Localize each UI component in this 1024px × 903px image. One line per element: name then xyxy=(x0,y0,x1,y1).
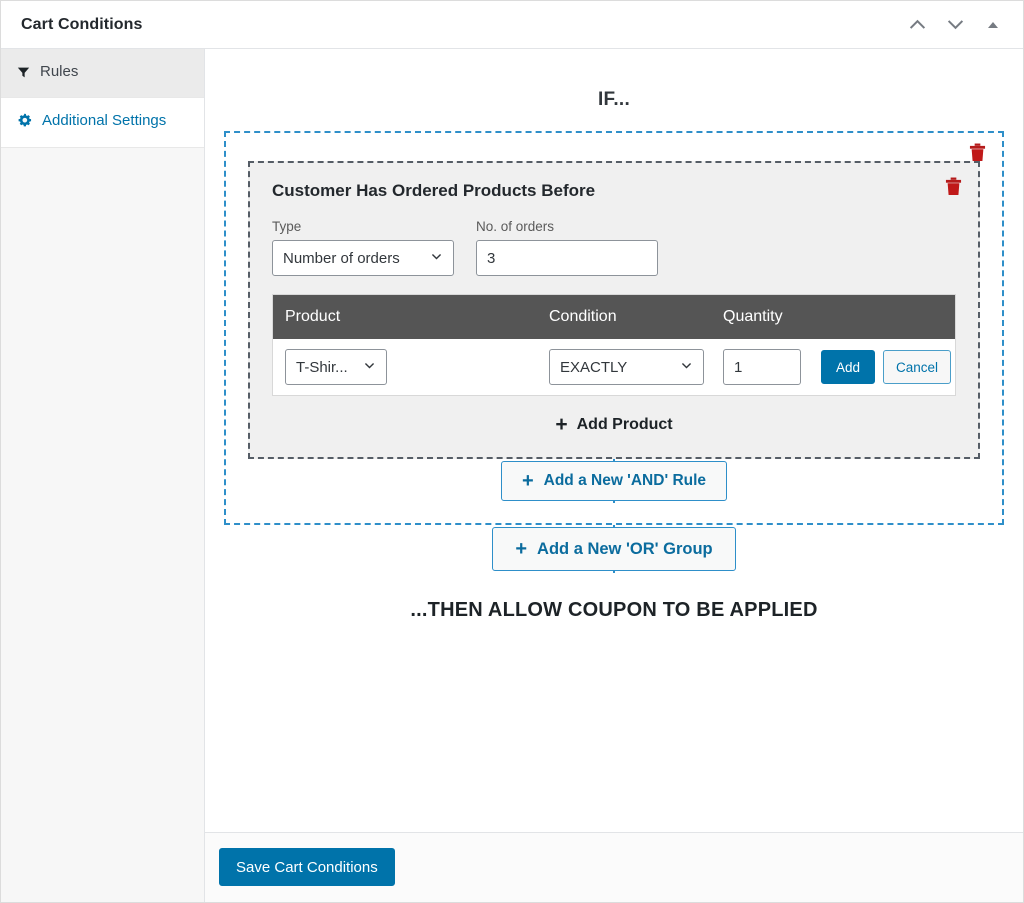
chevron-down-icon xyxy=(946,15,965,34)
panel-header: Cart Conditions xyxy=(1,1,1023,49)
trash-icon xyxy=(945,177,962,199)
connector-line xyxy=(613,571,615,573)
add-product-label: Add Product xyxy=(576,415,673,433)
cell-product: T-Shir... xyxy=(285,349,549,385)
page-title: Cart Conditions xyxy=(21,15,143,33)
type-select-value: Number of orders xyxy=(283,249,400,267)
filter-icon xyxy=(17,63,30,86)
plus-icon: + xyxy=(555,413,568,436)
panel-footer: Save Cart Conditions xyxy=(205,832,1023,902)
plus-icon: + xyxy=(515,538,528,560)
header-actions xyxy=(901,9,1009,41)
save-cart-conditions-button[interactable]: Save Cart Conditions xyxy=(219,848,395,886)
sidebar-item-additional-settings-label: Additional Settings xyxy=(42,112,167,130)
cell-actions: Add Cancel xyxy=(809,350,952,384)
table-row: T-Shir... EXACTLY 1 Add Cancel xyxy=(273,339,955,395)
panel-body: Rules Additional Settings IF... Customer… xyxy=(1,49,1023,902)
type-select[interactable]: Number of orders xyxy=(272,240,454,276)
chevron-down-icon xyxy=(430,250,443,267)
main-content: IF... Customer Has Ordered Products Befo… xyxy=(205,49,1023,902)
sidebar-item-rules[interactable]: Rules xyxy=(1,49,204,99)
orders-input[interactable]: 3 xyxy=(476,240,658,276)
orders-label: No. of orders xyxy=(476,219,555,234)
gear-icon xyxy=(17,112,32,135)
plus-icon: + xyxy=(521,470,534,492)
condition-select[interactable]: EXACTLY xyxy=(549,349,704,385)
triangle-up-icon xyxy=(985,17,1001,33)
cart-conditions-panel: Cart Conditions Rules Additional Setting… xyxy=(0,0,1024,903)
add-product-button[interactable]: + Add Product xyxy=(272,414,956,435)
sidebar-item-additional-settings[interactable]: Additional Settings xyxy=(1,98,204,148)
products-table-header: Product Condition Quantity xyxy=(273,295,955,339)
rule-fields: Type Number of orders No. of orders 3 xyxy=(272,219,956,276)
type-label: Type xyxy=(272,219,302,234)
orders-input-value: 3 xyxy=(487,249,496,267)
products-table: Product Condition Quantity T-Shir... EXA… xyxy=(272,294,956,396)
sidebar-empty-space xyxy=(1,147,204,902)
rules-builder: IF... Customer Has Ordered Products Befo… xyxy=(205,49,1023,832)
rule-title: Customer Has Ordered Products Before xyxy=(272,181,596,200)
collapse-panel-button[interactable] xyxy=(977,9,1009,41)
or-group: Customer Has Ordered Products Before Typ… xyxy=(224,131,1004,525)
column-header-quantity: Quantity xyxy=(723,308,783,325)
cell-condition: EXACTLY xyxy=(549,349,723,385)
add-or-group-label: Add a New 'OR' Group xyxy=(537,539,713,558)
add-and-rule-button[interactable]: + Add a New 'AND' Rule xyxy=(500,461,728,501)
move-up-button[interactable] xyxy=(901,9,933,41)
chevron-down-icon xyxy=(363,359,376,376)
quantity-input-value: 1 xyxy=(734,358,743,376)
if-heading: IF... xyxy=(597,89,631,110)
orders-field: No. of orders 3 xyxy=(476,219,658,276)
condition-select-value: EXACTLY xyxy=(560,358,628,376)
cell-quantity: 1 xyxy=(723,349,809,385)
delete-rule-button[interactable] xyxy=(945,177,962,199)
quantity-input[interactable]: 1 xyxy=(723,349,801,385)
add-or-group-button[interactable]: + Add a New 'OR' Group xyxy=(492,527,736,571)
then-heading: ...THEN ALLOW COUPON TO BE APPLIED xyxy=(410,599,818,621)
move-down-button[interactable] xyxy=(939,9,971,41)
product-select-value: T-Shir... xyxy=(296,358,348,376)
type-field: Type Number of orders xyxy=(272,219,454,276)
sidebar-item-rules-label: Rules xyxy=(40,63,79,80)
chevron-down-icon xyxy=(680,359,693,376)
product-select[interactable]: T-Shir... xyxy=(285,349,387,385)
column-header-product: Product xyxy=(285,308,341,325)
cancel-button[interactable]: Cancel xyxy=(883,350,952,384)
add-button[interactable]: Add xyxy=(821,350,876,384)
chevron-up-icon xyxy=(908,15,927,34)
and-rule: Customer Has Ordered Products Before Typ… xyxy=(248,161,980,459)
column-header-condition: Condition xyxy=(549,308,617,325)
add-and-rule-label: Add a New 'AND' Rule xyxy=(543,472,707,489)
connector-line xyxy=(613,501,615,503)
sidebar: Rules Additional Settings xyxy=(1,49,205,902)
